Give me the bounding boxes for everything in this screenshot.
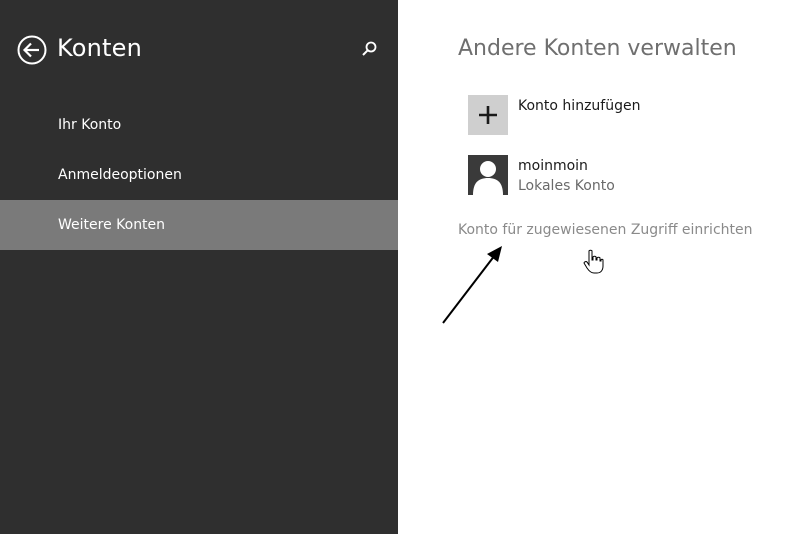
user-avatar-icon: [468, 155, 508, 195]
back-button[interactable]: [17, 35, 47, 65]
back-arrow-circle-icon: [17, 35, 47, 65]
plus-icon: [479, 106, 497, 124]
sidebar-title: Konten: [57, 34, 143, 62]
sidebar-nav: Ihr Konto Anmeldeoptionen Weitere Konten: [0, 100, 398, 250]
search-button[interactable]: [359, 39, 379, 59]
search-icon: [362, 41, 377, 56]
sidebar-item-anmeldeoptionen[interactable]: Anmeldeoptionen: [0, 150, 398, 200]
sidebar: Konten Ihr Konto Anmeldeoptionen Weitere…: [0, 0, 398, 534]
sidebar-item-ihr-konto[interactable]: Ihr Konto: [0, 100, 398, 150]
account-text: moinmoin Lokales Konto: [518, 157, 615, 195]
main-content: Andere Konten verwalten Konto hinzufügen: [398, 0, 792, 534]
add-account-label: Konto hinzufügen: [518, 98, 641, 114]
page-title: Andere Konten verwalten: [458, 36, 737, 61]
add-account-text: Konto hinzufügen: [518, 97, 640, 115]
assigned-access-link[interactable]: Konto für zugewiesenen Zugriff einrichte…: [458, 222, 753, 238]
add-account-button[interactable]: Konto hinzufügen: [468, 95, 768, 135]
settings-window: Konten Ihr Konto Anmeldeoptionen Weitere…: [0, 0, 792, 534]
account-name: moinmoin: [518, 158, 588, 174]
account-item-moinmoin[interactable]: moinmoin Lokales Konto: [468, 155, 768, 195]
sidebar-item-weitere-konten[interactable]: Weitere Konten: [0, 200, 398, 250]
add-tile: [468, 95, 508, 135]
account-type: Lokales Konto: [518, 178, 615, 194]
avatar: [468, 155, 508, 195]
